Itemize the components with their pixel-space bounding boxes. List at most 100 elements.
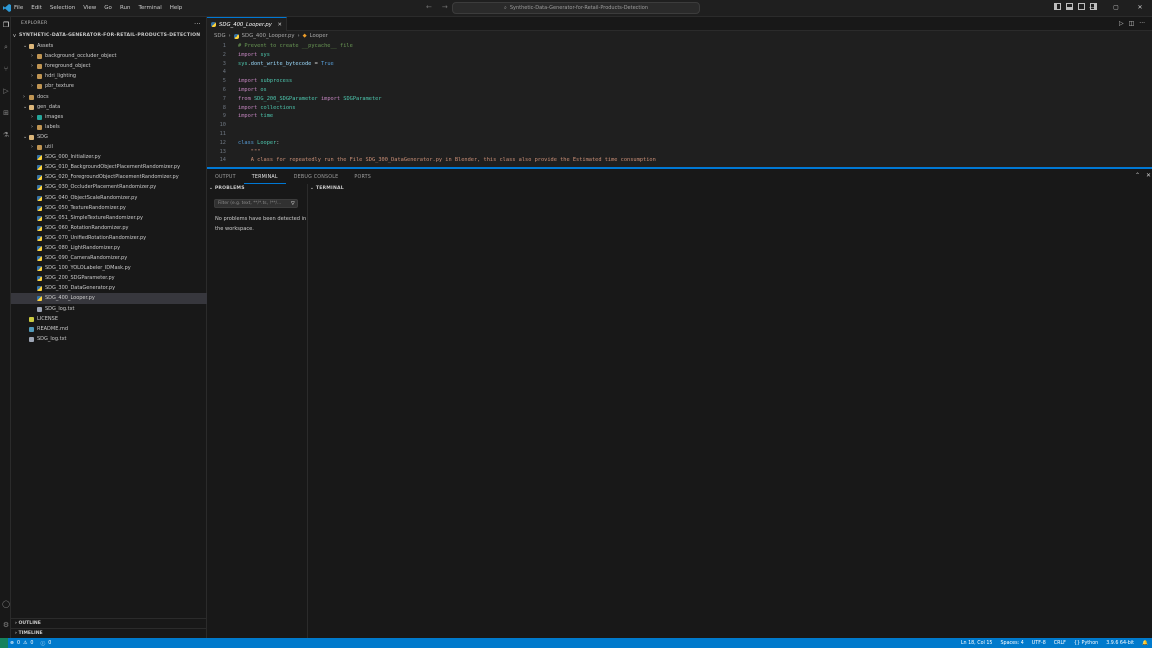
breadcrumb-file[interactable]: SDG_400_Looper.py [242,33,295,39]
remote-indicator-icon[interactable] [0,638,8,648]
tree-file[interactable]: SDG_log.txt [11,334,207,344]
maximize-icon[interactable]: ▢ [1104,0,1128,17]
language-mode[interactable]: {} Python [1074,641,1098,646]
tree-item-label: SDG_log.txt [45,305,75,312]
tree-file[interactable]: SDG_030_OccluderPlacementRandomizer.py [11,182,207,192]
tree-file[interactable]: SDG_090_CameraRandomizer.py [11,253,207,263]
tree-file[interactable]: SDG_300_DataGenerator.py [11,283,207,293]
tree-folder[interactable]: ⌄ Assets [11,41,207,51]
cursor-position[interactable]: Ln 18, Col 15 [961,641,993,646]
tab-sdg-400-looper[interactable]: SDG_400_Looper.py ✕ [207,17,287,31]
tree-file[interactable]: SDG_000_Initializer.py [11,152,207,162]
menu-edit[interactable]: Edit [27,0,46,17]
tree-file[interactable]: SDG_080_LightRandomizer.py [11,243,207,253]
testing-icon[interactable]: ⚗ [2,131,10,139]
close-panel-icon[interactable]: ✕ [1146,172,1151,179]
explorer-icon[interactable]: ❐ [2,21,10,29]
timeline-section[interactable]: › TIMELINE [11,628,207,638]
tree-file[interactable]: SDG_010_BackgroundObjectPlacementRandomi… [11,162,207,172]
code-token: subprocess [260,78,293,85]
account-icon[interactable]: ◯ [2,600,10,608]
tree-file[interactable]: SDG_200_SDGParameter.py [11,273,207,283]
tree-file[interactable]: SDG_400_Looper.py [11,293,207,304]
source-control-icon[interactable]: ⑂ [2,65,10,73]
tree-folder[interactable]: › background_occluder_object [11,51,207,61]
run-debug-icon[interactable]: ▷ [2,87,10,95]
tree-folder[interactable]: › docs [11,92,207,102]
tree-folder[interactable]: › labels [11,122,207,132]
tree-folder[interactable]: › foreground_object [11,61,207,71]
menu-go[interactable]: Go [100,0,116,17]
close-window-icon[interactable]: ✕ [1128,0,1152,17]
gear-icon[interactable]: ⚙ [2,621,10,629]
code-line: 7 from SDG_200_SDGParameter import SDGPar… [207,95,1152,104]
line-number: 6 [222,86,226,93]
toggle-sidebar-icon[interactable] [1054,3,1061,10]
forward-arrow-icon[interactable]: → [442,3,448,11]
tree-item-label: SDG_300_DataGenerator.py [45,285,116,292]
tab-ports[interactable]: PORTS [346,171,379,184]
menu-terminal[interactable]: Terminal [134,0,165,17]
command-center[interactable]: ⌕ Synthetic-Data-Generator-for-Retail-Pr… [452,2,700,14]
end-of-line[interactable]: CRLF [1054,641,1066,646]
tree-folder[interactable]: › images [11,112,207,122]
toggle-panel-icon[interactable] [1066,3,1073,10]
breadcrumb-folder[interactable]: SDG [214,33,226,39]
tree-file[interactable]: SDG_051_SimpleTextureRandomizer.py [11,213,207,223]
status-problems[interactable]: ⊗ 0 ⚠ 0 ⓘ 0 [10,640,51,647]
tree-file[interactable]: SDG_020_ForegroundObjectPlacementRandomi… [11,172,207,182]
notifications-icon[interactable]: 🔔 [1142,641,1148,646]
line-number: 3 [222,60,226,67]
maximize-panel-icon[interactable]: ⌃ [1135,172,1140,179]
minimize-icon[interactable]: — [1080,0,1104,17]
tab-debug-console[interactable]: DEBUG CONSOLE [286,171,347,184]
problems-header[interactable]: ⌄ PROBLEMS [209,186,245,191]
code-token: import [320,95,341,102]
outline-section[interactable]: › OUTLINE [11,618,207,628]
workspace-root[interactable]: v SYNTHETIC-DATA-GENERATOR-FOR-RETAIL-PR… [11,31,207,41]
problems-filter-input[interactable]: Filter (e.g. text, **/*.ts, !**/... ⛛ [214,199,298,208]
back-arrow-icon[interactable]: ← [426,3,432,11]
tree-folder[interactable]: ⌄ SDG [11,132,207,142]
more-actions-icon[interactable]: ··· [194,20,201,28]
tree-file[interactable]: SDG_060_RotationRandomizer.py [11,223,207,233]
tree-file[interactable]: SDG_log.txt [11,304,207,314]
search-icon[interactable]: ⌕ [2,43,10,51]
tree-file[interactable]: LICENSE [11,314,207,324]
breadcrumb-symbol[interactable]: Looper [310,33,328,39]
more-actions-icon[interactable]: ··· [1139,20,1145,27]
python-interpreter[interactable]: 3.9.6 64-bit [1106,641,1134,646]
menu-selection[interactable]: Selection [46,0,79,17]
extensions-icon[interactable]: ⊞ [2,109,10,117]
code-line: 6 import os [207,86,1152,95]
menu-run[interactable]: Run [116,0,135,17]
tree-file[interactable]: README.md [11,324,207,334]
tree-folder[interactable]: › pbr_texture [11,81,207,91]
terminal-header[interactable]: ⌄ TERMINAL [310,186,344,191]
tree-file[interactable]: SDG_100_YOLOLabeler_IDMask.py [11,263,207,273]
filter-icon[interactable]: ⛛ [291,200,295,208]
close-icon[interactable]: ✕ [278,22,282,28]
tree-file[interactable]: SDG_040_ObjectScaleRandomizer.py [11,193,207,203]
encoding[interactable]: UTF-8 [1032,641,1046,646]
tab-terminal[interactable]: TERMINAL [243,171,286,184]
tree-folder[interactable]: › hdri_lighting [11,71,207,81]
language-label: Python [1081,640,1099,646]
tree-folder[interactable]: › util [11,142,207,152]
code-token: class [238,139,254,146]
run-python-icon[interactable]: ▷ [1119,20,1124,27]
tree-item-label: SDG_060_RotationRandomizer.py [45,224,129,231]
tree-folder[interactable]: ⌄ gen_data [11,102,207,112]
menu-file[interactable]: File [10,0,27,17]
terminal-pane[interactable]: ⌄ TERMINAL [308,184,1152,638]
menu-view[interactable]: View [79,0,100,17]
folder-icon [37,124,42,130]
code-view[interactable]: 1 # Prevent to create __pycache__ file 2 im… [207,42,1152,165]
tree-file[interactable]: SDG_050_TextureRandomizer.py [11,203,207,213]
tree-file[interactable]: SDG_070_UnifiedRotationRandomizer.py [11,233,207,243]
menu-help[interactable]: Help [166,0,187,17]
indentation[interactable]: Spaces: 4 [1000,641,1023,646]
python-file-icon [37,286,42,292]
tab-output[interactable]: OUTPUT [207,171,244,184]
split-editor-icon[interactable]: ◫ [1129,20,1135,27]
